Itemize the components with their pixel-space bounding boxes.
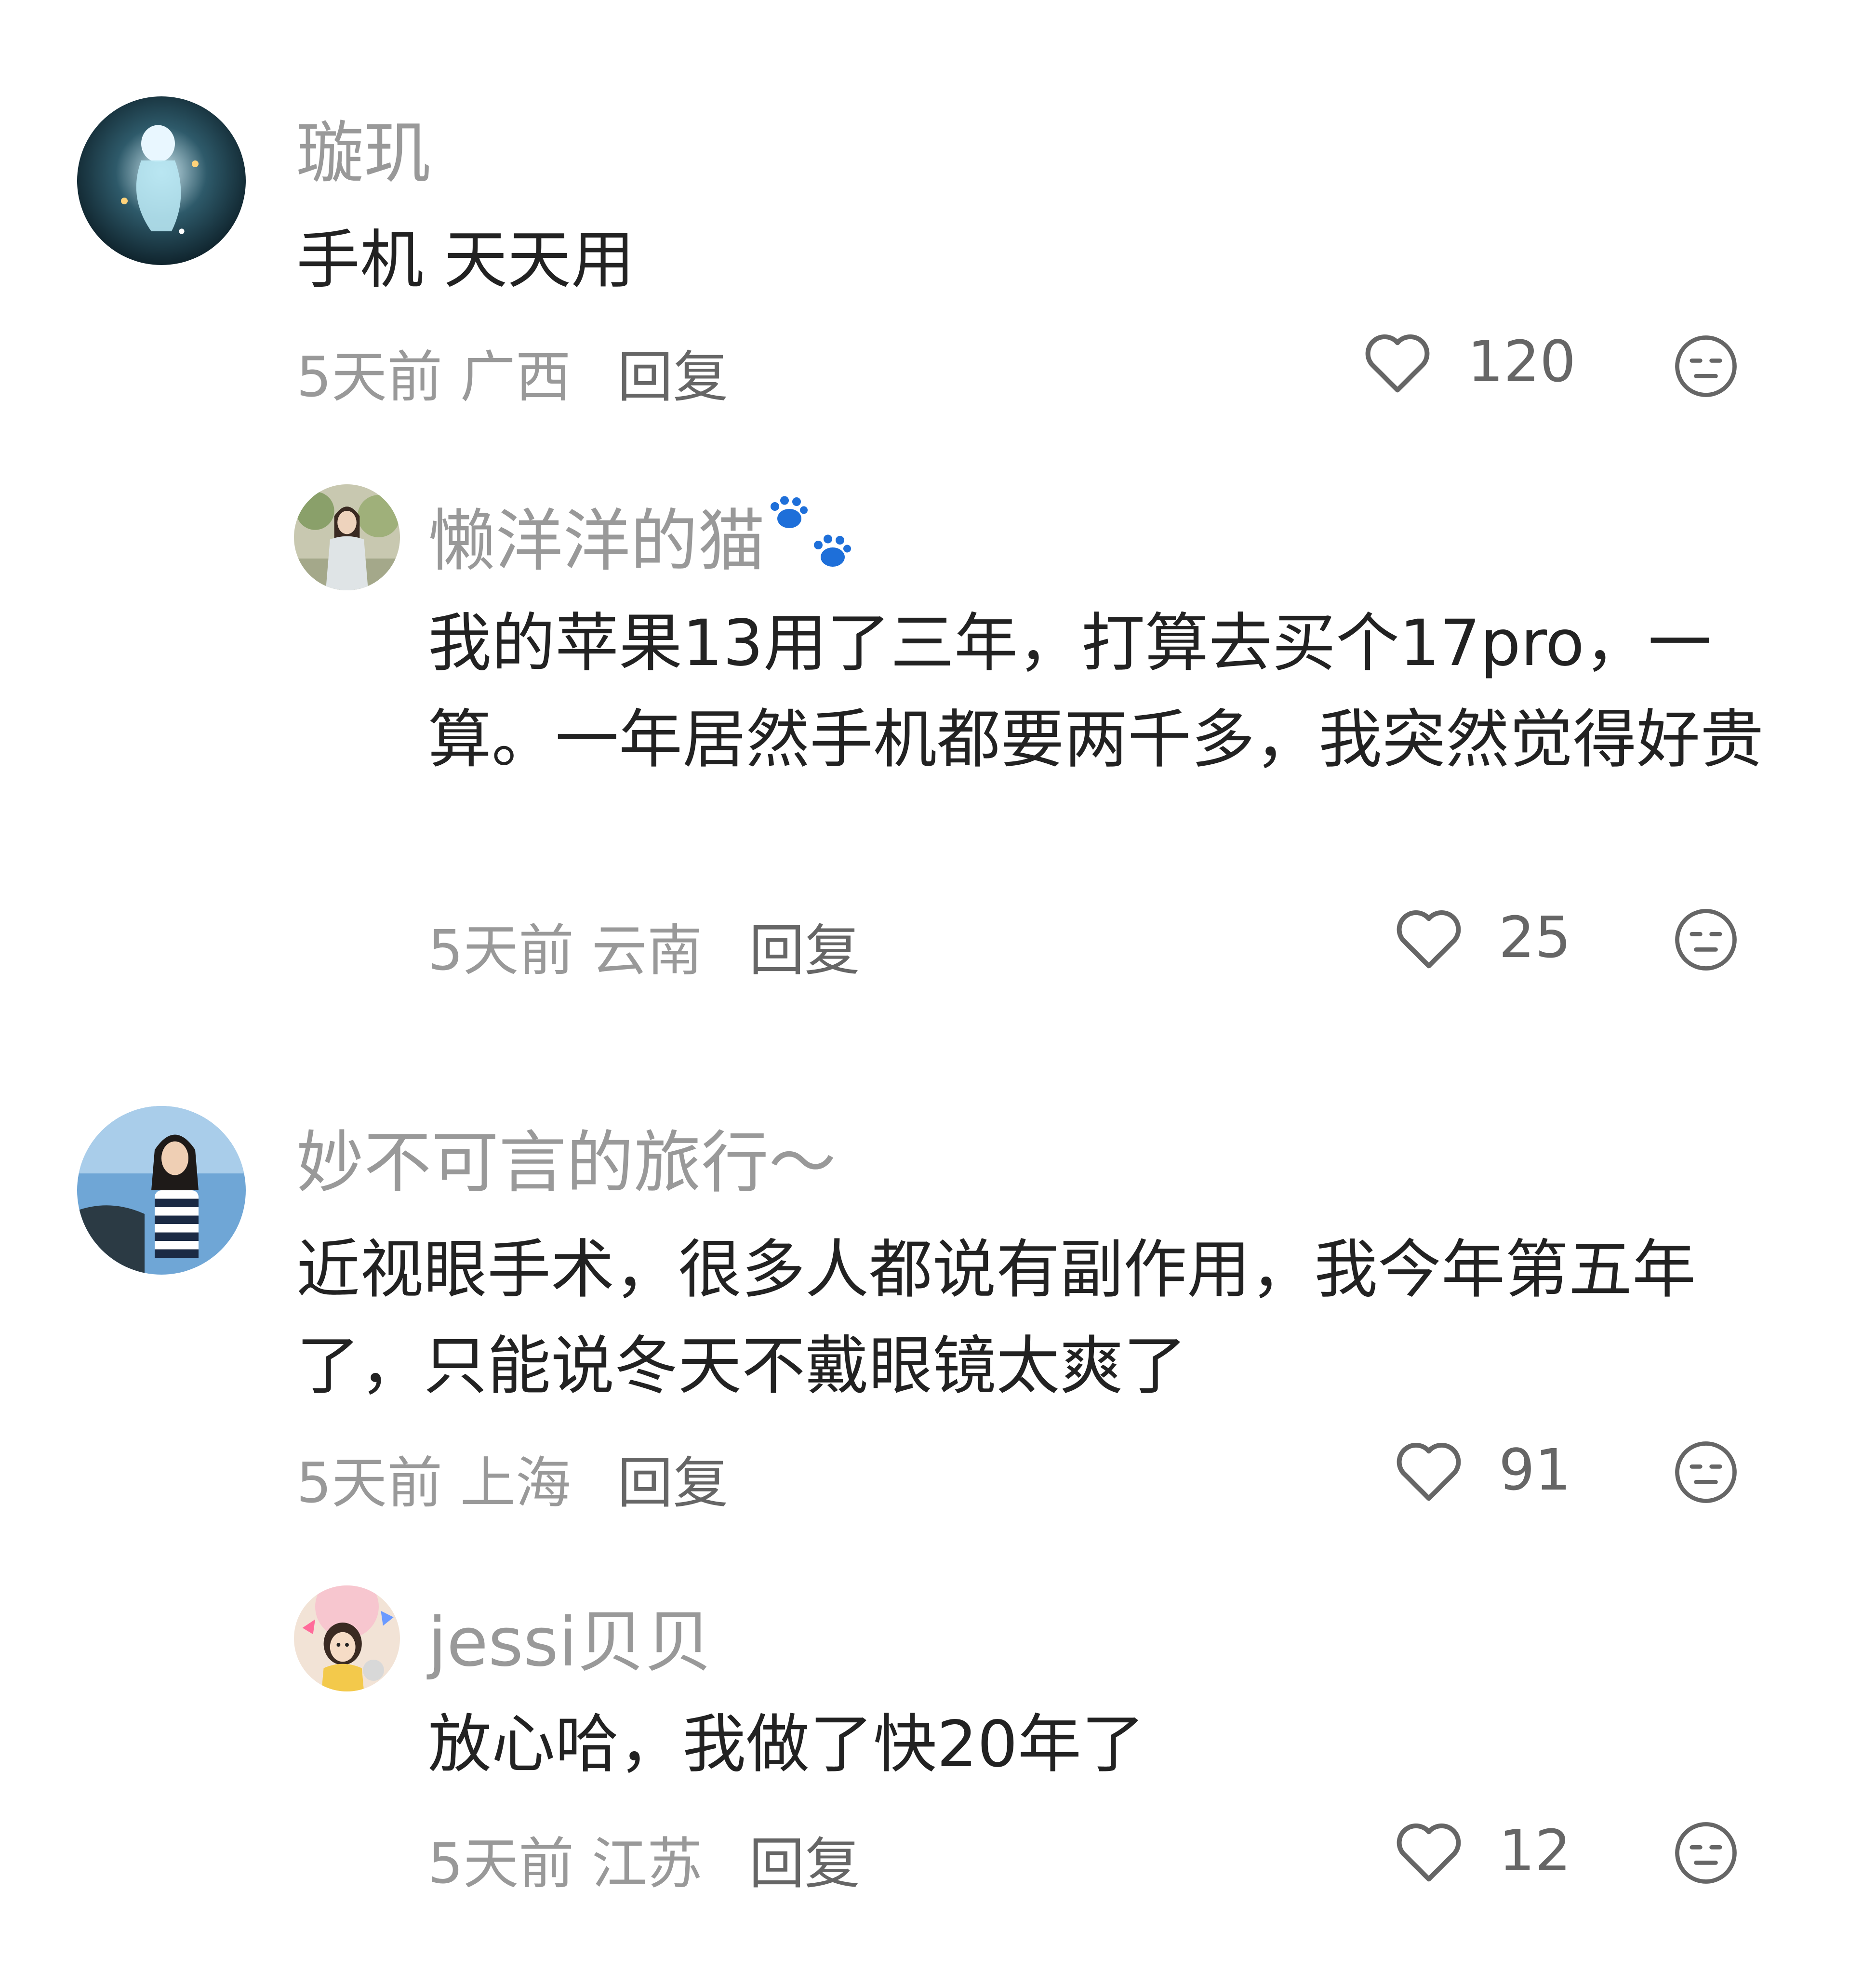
neutral-face-icon: [1675, 1441, 1737, 1503]
avatar-image: [294, 484, 400, 590]
comment-text: 手机 天天用: [296, 223, 635, 297]
avatar[interactable]: [294, 1585, 400, 1691]
like-count: 25: [1499, 904, 1571, 971]
avatar[interactable]: [77, 96, 246, 265]
comment-time: 5天前: [296, 1451, 443, 1516]
comment-location: 上海: [460, 1451, 571, 1516]
like-button[interactable]: 120: [1361, 328, 1576, 395]
comment-author[interactable]: 懒洋洋的猫: [428, 487, 864, 584]
heart-outline-icon: [1365, 334, 1430, 393]
neutral-face-icon: [1675, 909, 1737, 971]
avatar-image: [77, 96, 246, 265]
like-count: 91: [1499, 1437, 1571, 1503]
comment-author[interactable]: jessi贝贝: [428, 1588, 712, 1685]
reply-button[interactable]: 回复: [749, 918, 860, 983]
like-button[interactable]: 91: [1393, 1436, 1571, 1504]
heart-outline-icon: [1397, 1442, 1461, 1501]
comment-author[interactable]: 妙不可言的旅行～: [296, 1108, 836, 1206]
like-button[interactable]: 12: [1393, 1817, 1571, 1884]
avatar-image: [294, 1585, 400, 1691]
comment-text: 我的苹果13用了三年，打算去买个17pro，一算。一年居然手机都要两千多，我突然…: [428, 606, 1764, 777]
author-name: 懒洋洋的猫: [428, 502, 766, 581]
avatar[interactable]: [77, 1106, 246, 1275]
comment-meta: 5天前 江苏 回复: [428, 1819, 860, 1899]
avatar-image: [77, 1106, 246, 1275]
like-button[interactable]: 25: [1393, 904, 1571, 971]
comment-author[interactable]: 璇玑: [296, 99, 431, 196]
dislike-button[interactable]: [1672, 1438, 1740, 1506]
paw-prints-icon: [771, 496, 852, 567]
comment-text: 放心哈，我做了快20年了: [428, 1707, 1145, 1782]
dislike-button[interactable]: [1672, 1819, 1740, 1887]
comment-text: 近视眼手术，很多人都说有副作用，我今年第五年了，只能说冬天不戴眼镜太爽了: [296, 1233, 1696, 1403]
reply-button[interactable]: 回复: [749, 1832, 860, 1896]
comment-time: 5天前: [428, 1832, 574, 1896]
neutral-face-icon: [1675, 335, 1737, 397]
comment-location: 云南: [591, 918, 703, 983]
heart-outline-icon: [1397, 910, 1461, 969]
avatar[interactable]: [294, 484, 400, 590]
reply-button[interactable]: 回复: [617, 1451, 728, 1516]
comment-time: 5天前: [428, 918, 574, 983]
comment-time: 5天前: [296, 345, 443, 410]
comment-meta: 5天前 上海 回复: [296, 1438, 728, 1518]
comment-meta: 5天前 云南 回复: [428, 906, 860, 986]
comment-location: 江苏: [591, 1832, 703, 1896]
heart-outline-icon: [1397, 1823, 1461, 1882]
dislike-button[interactable]: [1672, 333, 1740, 400]
comment-location: 广西: [460, 345, 571, 410]
dislike-button[interactable]: [1672, 906, 1740, 973]
reply-button[interactable]: 回复: [617, 345, 728, 410]
like-count: 120: [1467, 328, 1576, 395]
comment-meta: 5天前 广西 回复: [296, 333, 728, 413]
like-count: 12: [1499, 1817, 1571, 1884]
neutral-face-icon: [1675, 1822, 1737, 1884]
